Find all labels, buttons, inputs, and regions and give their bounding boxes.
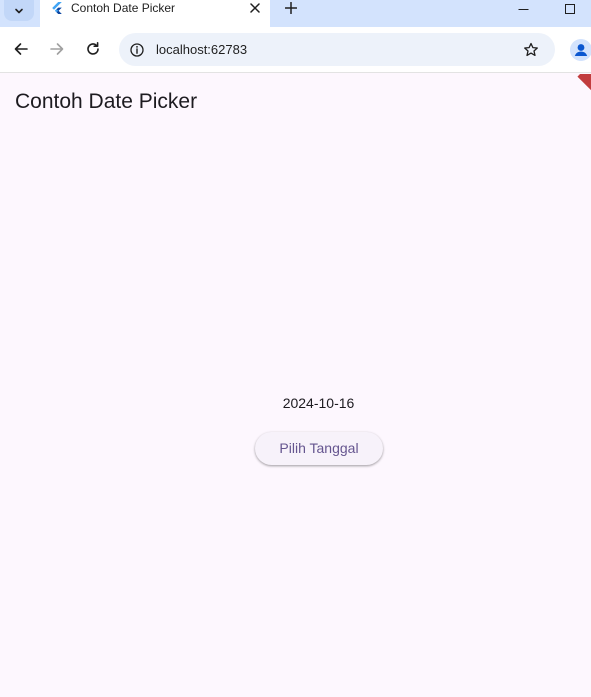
selected-date-text: 2024-10-16	[282, 395, 355, 411]
page-title: Contoh Date Picker	[15, 90, 198, 113]
pick-date-button[interactable]: Pilih Tanggal	[255, 432, 383, 465]
arrow-left-icon	[14, 43, 28, 55]
tab-search-button[interactable]	[4, 0, 34, 21]
star-icon	[524, 42, 538, 57]
app-viewport: Contoh Date Picker 2024-10-16 Pilih Tang…	[0, 74, 591, 697]
debug-banner	[577, 74, 591, 94]
chevron-down-icon	[15, 8, 23, 13]
forward-button[interactable]	[45, 37, 69, 61]
person-icon	[570, 39, 591, 61]
info-icon	[130, 43, 144, 57]
profile-button[interactable]	[570, 39, 591, 61]
site-info-button[interactable]	[127, 40, 147, 60]
back-button[interactable]	[9, 37, 33, 61]
address-bar[interactable]: localhost:62783	[119, 33, 555, 66]
url-text[interactable]: localhost:62783	[156, 41, 247, 58]
tab-close-button[interactable]	[247, 0, 263, 16]
bookmark-button[interactable]	[520, 39, 542, 61]
reload-icon	[87, 42, 99, 55]
tab-title: Contoh Date Picker	[71, 1, 176, 15]
new-tab-button[interactable]	[281, 0, 301, 16]
arrow-right-icon	[50, 43, 64, 55]
browser-tab-active[interactable]: Contoh Date Picker	[40, 0, 270, 27]
minimize-icon	[518, 8, 528, 10]
maximize-icon	[564, 3, 575, 14]
browser-tabstrip: Contoh Date Picker	[0, 0, 591, 27]
flutter-icon	[52, 2, 62, 14]
browser-toolbar: localhost:62783	[0, 27, 591, 73]
close-icon	[250, 3, 260, 13]
window-maximize-button[interactable]	[561, 0, 579, 16]
window-minimize-button[interactable]	[514, 0, 532, 16]
reload-button[interactable]	[81, 37, 105, 61]
plus-icon	[285, 2, 297, 14]
